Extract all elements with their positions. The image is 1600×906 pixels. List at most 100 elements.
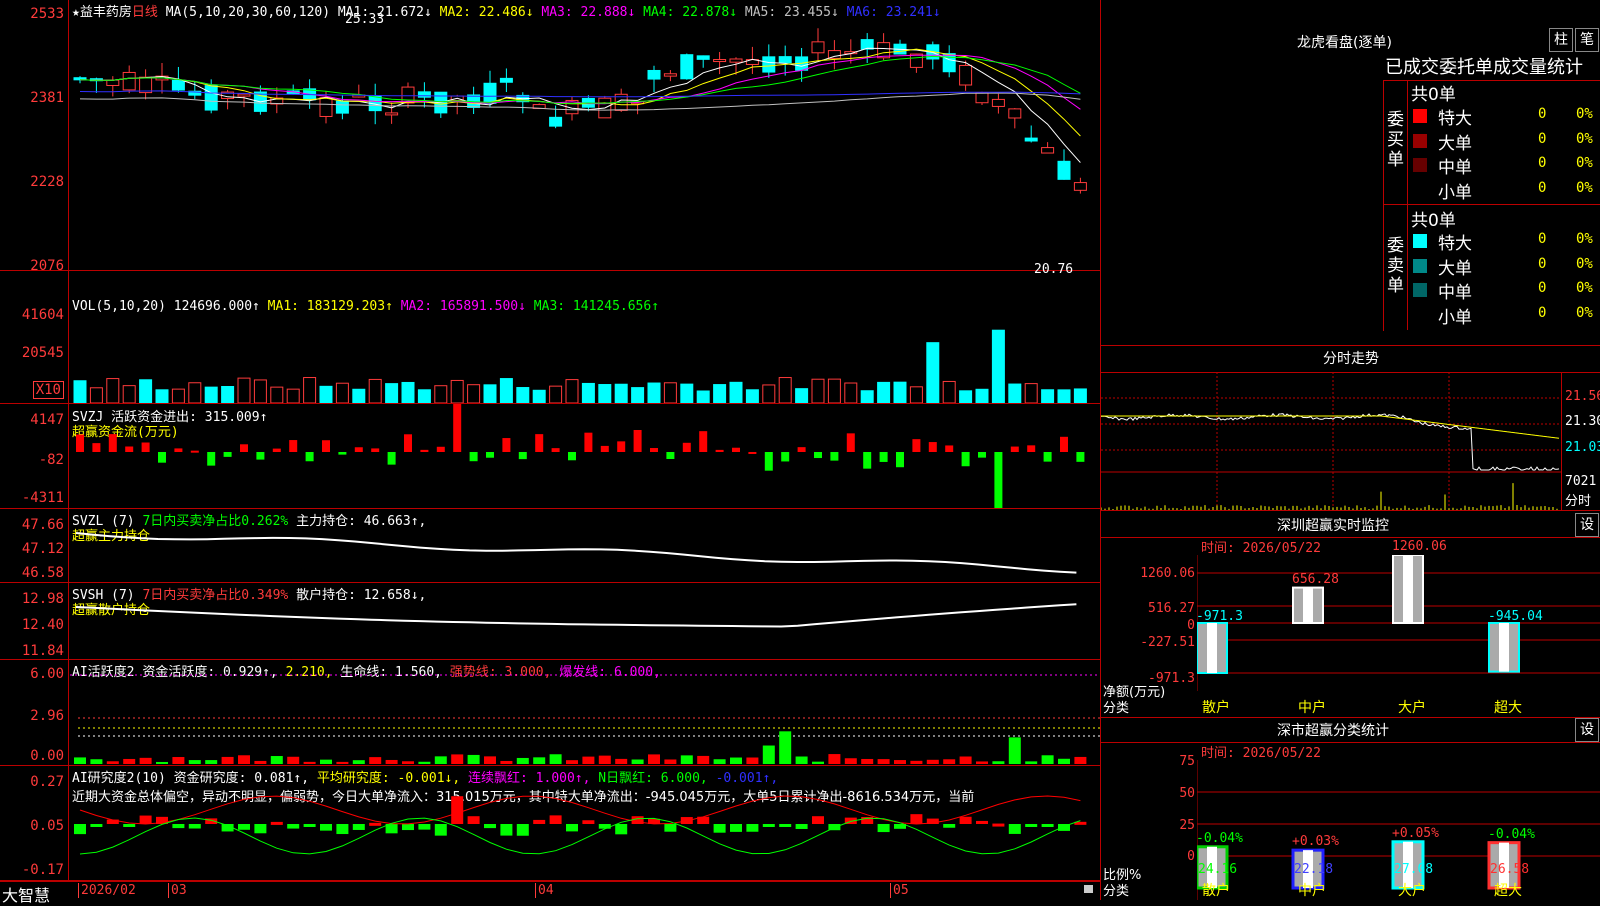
- volume-bar: [352, 388, 366, 403]
- volume-bar: [663, 382, 677, 403]
- volume-bar: [991, 329, 1005, 403]
- volume-bar: [1024, 383, 1038, 403]
- activity-bar: [418, 761, 431, 764]
- flow-bar: [387, 452, 396, 465]
- svzl-pane[interactable]: 47.66 47.12 46.58 SVZL (7) 7日内买卖净占比0.262…: [0, 509, 1100, 583]
- volume-bar: [499, 378, 513, 403]
- axis-label: 0.05: [30, 818, 64, 834]
- research-bar: [976, 820, 988, 824]
- bar-view-button[interactable]: 柱: [1549, 28, 1573, 52]
- activity-bar: [894, 760, 906, 764]
- volume-bar: [434, 385, 448, 403]
- flow-bar: [76, 434, 84, 452]
- color-swatch: [1413, 158, 1427, 172]
- axis-label: 12.98: [21, 591, 64, 607]
- monitor-settings-button[interactable]: 设: [1575, 513, 1599, 537]
- volume-bar: [713, 384, 727, 403]
- order-pct: 0%: [1576, 255, 1593, 272]
- classify-settings-button[interactable]: 设: [1575, 718, 1599, 742]
- axis-label: -82: [38, 452, 64, 468]
- vol-ma1: MA1: 183129.203↑: [267, 299, 393, 314]
- date-label: 2026/02: [78, 883, 136, 898]
- research-bar: [812, 816, 824, 824]
- activity-bar: [943, 759, 956, 764]
- research-bar: [303, 824, 316, 827]
- kline-pane[interactable]: 2533 2381 2228 2076 ★益丰药房日线 MA(5,10,20,3…: [0, 0, 1100, 277]
- monitor-axis: 0: [1187, 618, 1195, 633]
- ma-line: [79, 54, 1081, 110]
- candle-body: [1057, 160, 1071, 180]
- classify-category: 大户: [1398, 883, 1426, 899]
- vol-value: 124696.000↑: [173, 299, 260, 314]
- flow-bar: [781, 452, 790, 462]
- color-swatch: [1413, 283, 1427, 297]
- intraday-axis: 21.30: [1565, 414, 1600, 429]
- tick-view-button[interactable]: 笔: [1575, 28, 1599, 52]
- flow-bar: [732, 447, 740, 452]
- flow-bar: [830, 452, 839, 461]
- volume-bar: [926, 342, 940, 403]
- axis-label: 47.66: [21, 517, 64, 533]
- ai-research-pane[interactable]: 0.27 0.05 -0.17 AI研究度2(10) 资金研究度: 0.081↑…: [0, 766, 1100, 881]
- activity-bar: [467, 754, 480, 764]
- flow-bar: [469, 452, 478, 462]
- flow-bar: [715, 449, 724, 452]
- flow-bar: [322, 440, 330, 452]
- flow-bar: [879, 452, 888, 462]
- monitor-bar-highlight: [1499, 623, 1509, 672]
- order-pct: 0%: [1576, 155, 1593, 171]
- monitor-value: -945.04: [1488, 609, 1543, 624]
- classify-time: 时间: 2026/05/22: [1201, 746, 1321, 761]
- flow-bar: [436, 446, 445, 452]
- volume-bar: [942, 380, 956, 403]
- classify-pct: 22.18: [1294, 862, 1334, 877]
- ai-activity-pane[interactable]: 6.00 2.96 0.00 AI活跃度2 资金活跃度: 0.929↑, 2.2…: [0, 660, 1100, 766]
- axis-label: 2381: [30, 90, 64, 106]
- activity-bar: [1074, 756, 1087, 764]
- order-count: 0: [1538, 106, 1547, 122]
- flow-bar: [797, 447, 806, 452]
- research-bar: [549, 815, 562, 824]
- svzl-axis: 47.66 47.12 46.58: [0, 509, 69, 582]
- volume-bar: [893, 381, 907, 403]
- activity-bar: [188, 760, 201, 764]
- flow-bar: [535, 434, 544, 452]
- order-count: 0: [1538, 304, 1547, 321]
- flow-bar: [371, 448, 380, 452]
- month-label: 03: [168, 883, 187, 898]
- svsh-pane[interactable]: 12.98 12.40 11.84 SVSH (7) 7日内买卖净占比0.349…: [0, 583, 1100, 660]
- svzj-axis: 4147 -82 -4311: [0, 404, 69, 508]
- candle-body: [663, 73, 677, 77]
- lock-icon[interactable]: [1084, 885, 1093, 893]
- intraday-chart[interactable]: [1101, 372, 1561, 510]
- intraday-panel[interactable]: 分时走势 21.56 21.30 21.03 7021 分时: [1100, 346, 1600, 511]
- research-bar: [1041, 824, 1054, 827]
- monitor-axis: 516.27: [1148, 601, 1195, 616]
- monitor-bar-highlight: [1403, 555, 1413, 623]
- svsh-axis: 12.98 12.40 11.84: [0, 583, 69, 659]
- flow-bar: [994, 452, 1003, 508]
- ai1-axis: 6.00 2.96 0.00: [0, 660, 69, 765]
- brand-logo[interactable]: 大智慧: [2, 882, 50, 906]
- candle-body: [319, 97, 333, 117]
- candle-body: [483, 82, 497, 104]
- color-swatch: [1413, 258, 1427, 273]
- activity-bar: [172, 757, 185, 764]
- activity-bar: [598, 755, 611, 764]
- volume-bar: [450, 379, 464, 403]
- flow-bar: [1076, 452, 1085, 462]
- classify-change: +0.03%: [1292, 834, 1339, 850]
- volume-bar: [106, 378, 120, 403]
- volume-pane[interactable]: 41604 20545 X10 VOL(5,10,20) 124696.000↑…: [0, 271, 1100, 404]
- svzj-pane[interactable]: 4147 -82 -4311 SVZJ 活跃资金进出: 315.009↑ 超赢资…: [0, 404, 1100, 509]
- flow-bar: [1060, 436, 1068, 452]
- candle-body: [204, 85, 218, 111]
- activity-bar: [221, 756, 234, 764]
- volume-bar: [614, 383, 628, 403]
- candlestick-chart[interactable]: [70, 18, 1100, 270]
- candle-body: [1073, 182, 1087, 191]
- flow-bar: [240, 444, 248, 452]
- activity-bar: [270, 756, 283, 764]
- activity-bar: [549, 754, 562, 764]
- buy-side-label: 委买单: [1387, 110, 1404, 170]
